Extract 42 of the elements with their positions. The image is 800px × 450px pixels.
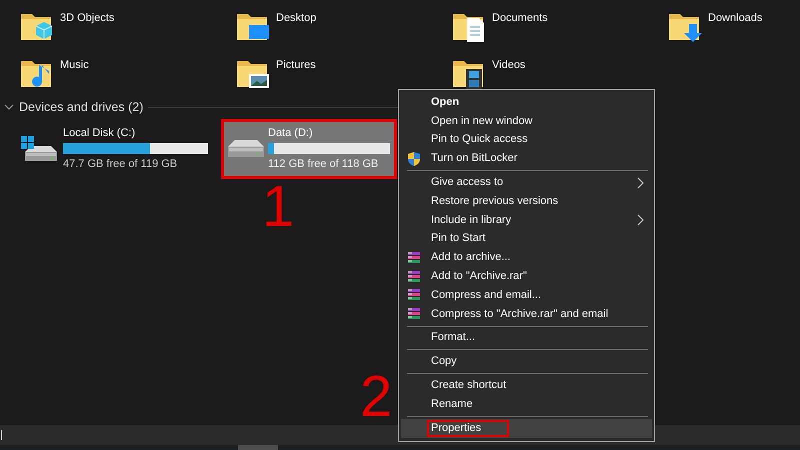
books-icon bbox=[406, 250, 422, 266]
section-header[interactable]: Devices and drives (2) bbox=[19, 98, 144, 117]
menu-item[interactable]: Add to archive... bbox=[401, 248, 652, 268]
hard-drive-icon bbox=[228, 140, 264, 158]
menu-item[interactable]: Copy bbox=[401, 352, 652, 372]
folder-name[interactable]: Videos bbox=[492, 55, 526, 74]
menu-item[interactable]: Open bbox=[401, 93, 652, 112]
folder-name[interactable]: Documents bbox=[492, 8, 548, 26]
step-number: 2 bbox=[360, 368, 392, 426]
drive-free-space: 47.7 GB free of 119 GB bbox=[63, 157, 178, 172]
folder-name[interactable]: Music bbox=[60, 55, 89, 74]
shield-icon bbox=[406, 150, 422, 167]
step-number: 1 bbox=[262, 178, 294, 236]
menu-item[interactable]: Pin to Start bbox=[401, 230, 652, 248]
menu-item[interactable]: Turn on BitLocker bbox=[401, 149, 652, 168]
menu-item[interactable]: Open in new window bbox=[401, 112, 652, 131]
chevron-right-icon bbox=[636, 214, 644, 226]
folder-name[interactable]: Desktop bbox=[276, 8, 316, 26]
menu-item[interactable]: Pin to Quick access bbox=[401, 130, 652, 150]
drive-free-space: 112 GB free of 118 GB bbox=[268, 157, 380, 172]
chevron-right-icon bbox=[636, 176, 644, 189]
scrollbar-thumb[interactable] bbox=[238, 445, 278, 450]
menu-item[interactable]: Add to "Archive.rar" bbox=[401, 267, 652, 286]
menu-item[interactable]: Rename bbox=[401, 394, 652, 414]
menu-item[interactable]: Compress and email... bbox=[401, 286, 652, 305]
windows-drive-icon bbox=[19, 134, 59, 164]
menu-item[interactable]: Compress to "Archive.rar" and email bbox=[401, 304, 652, 324]
books-icon bbox=[406, 268, 422, 285]
menu-item[interactable]: Restore previous versions bbox=[401, 192, 652, 211]
menu-item[interactable]: Give access to bbox=[401, 173, 652, 192]
folder-name[interactable]: Pictures bbox=[276, 55, 316, 74]
drive-name: Local Disk (C:) bbox=[63, 126, 136, 141]
menu-item[interactable]: Format... bbox=[401, 328, 652, 348]
menu-item[interactable]: Properties bbox=[401, 418, 652, 438]
menu-item[interactable]: Create shortcut bbox=[401, 376, 652, 395]
drive-tile[interactable]: Data (D:) 112 GB free of 118 GB bbox=[221, 118, 397, 179]
folder-name[interactable]: 3D Objects bbox=[60, 8, 114, 26]
drive-name: Data (D:) bbox=[268, 126, 314, 141]
drive-tile[interactable]: Local Disk (C:) 47.7 GB free of 119 GB bbox=[12, 118, 215, 179]
folder-name[interactable]: Downloads bbox=[708, 8, 762, 26]
chevron-down-icon[interactable] bbox=[4, 102, 14, 112]
menu-item[interactable]: Include in library bbox=[401, 210, 652, 230]
